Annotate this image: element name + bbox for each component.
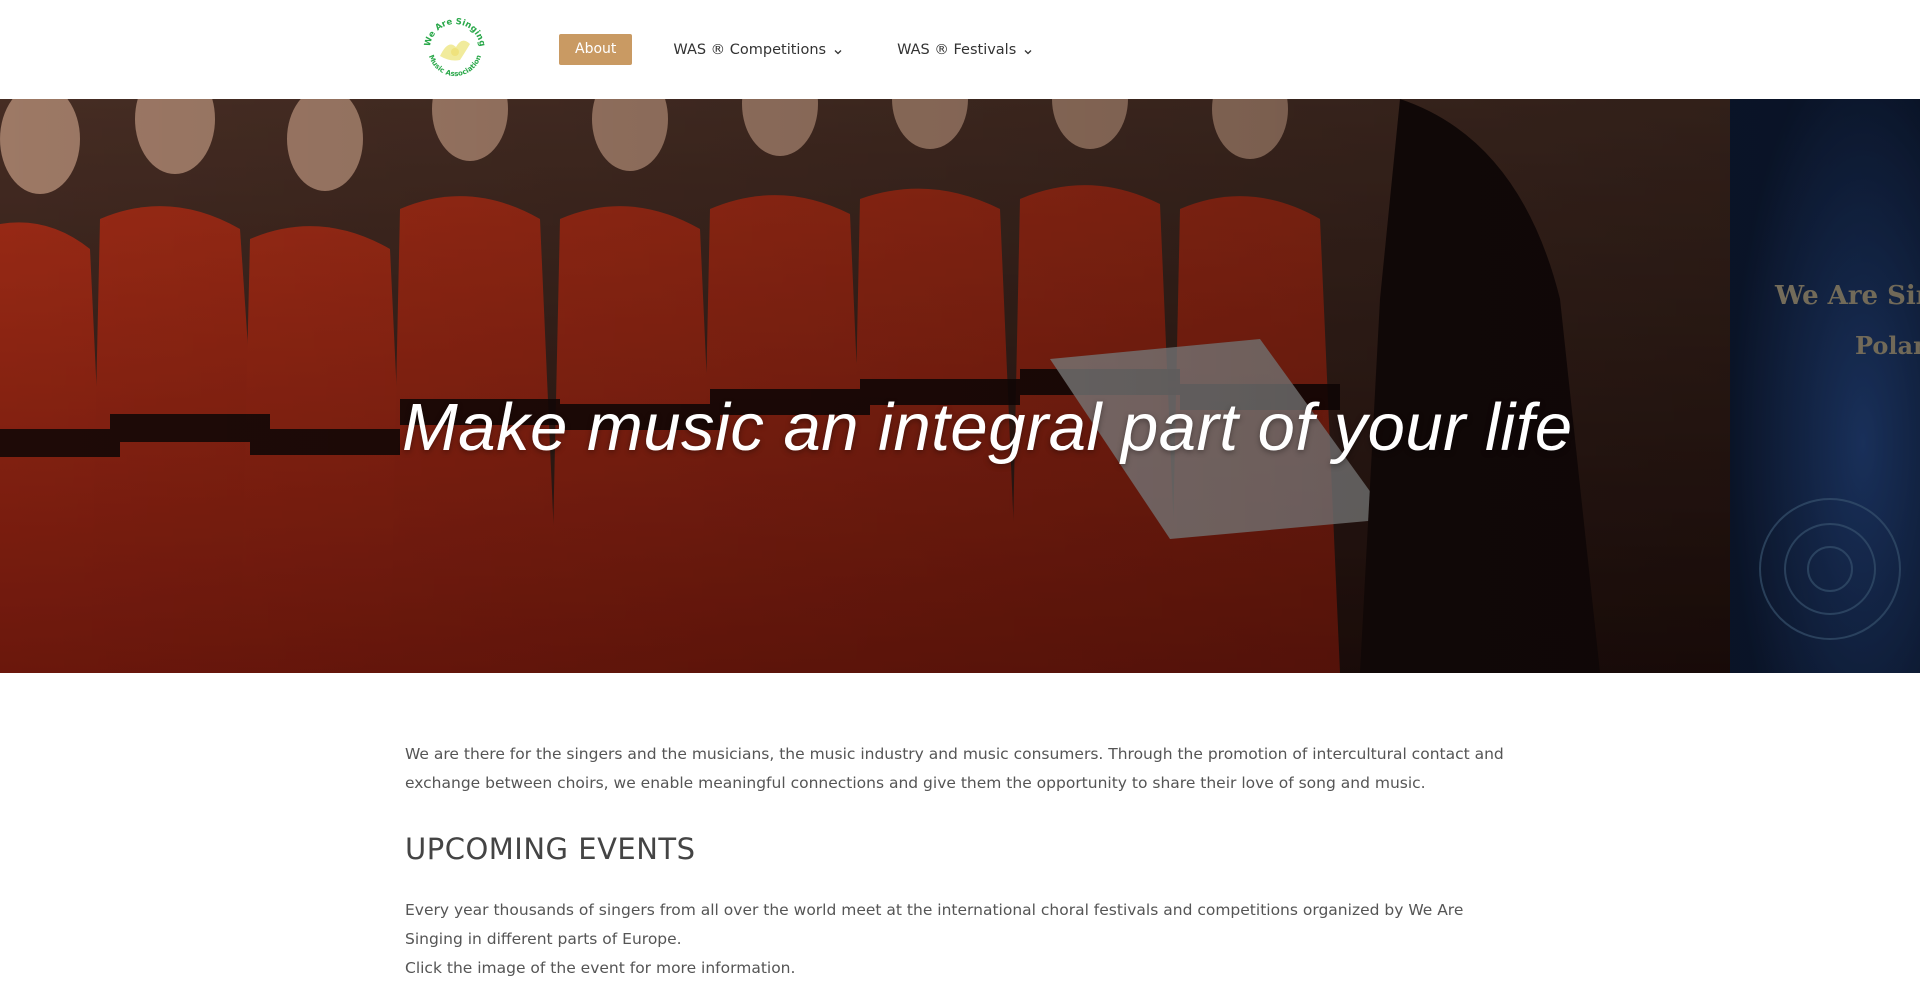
nav-competitions[interactable]: WAS ® Competitions	[673, 42, 843, 58]
main-content: We are there for the singers and the mus…	[405, 740, 1505, 983]
nav-about-button[interactable]: About	[559, 34, 633, 65]
events-paragraph: Every year thousands of singers from all…	[405, 901, 1464, 948]
intro-paragraph: We are there for the singers and the mus…	[405, 745, 1504, 792]
nav-competitions-label: WAS ® Competitions	[673, 41, 827, 58]
main-nav: About WAS ® Competitions WAS ® Festivals	[559, 34, 1033, 65]
hero-image: We Are Singing Poland	[0, 99, 1920, 673]
events-heading: UPCOMING EVENTS	[405, 832, 696, 866]
hero-title: Make music an integral part of your life	[402, 390, 1573, 465]
site-header: We Are Singing Music Association About W…	[0, 0, 1920, 100]
nav-festivals[interactable]: WAS ® Festivals	[897, 42, 1033, 58]
site-logo[interactable]: We Are Singing Music Association	[420, 14, 490, 84]
logo-top-text: We Are Singing	[423, 17, 487, 48]
svg-text:We Are Singing: We Are Singing	[423, 17, 487, 48]
hero-banner: We Are Singing Poland	[0, 99, 1920, 673]
events-hint: Click the image of the event for more in…	[405, 959, 796, 977]
chevron-down-icon	[1023, 45, 1033, 55]
chevron-down-icon	[833, 45, 843, 55]
nav-festivals-label: WAS ® Festivals	[897, 41, 1017, 58]
